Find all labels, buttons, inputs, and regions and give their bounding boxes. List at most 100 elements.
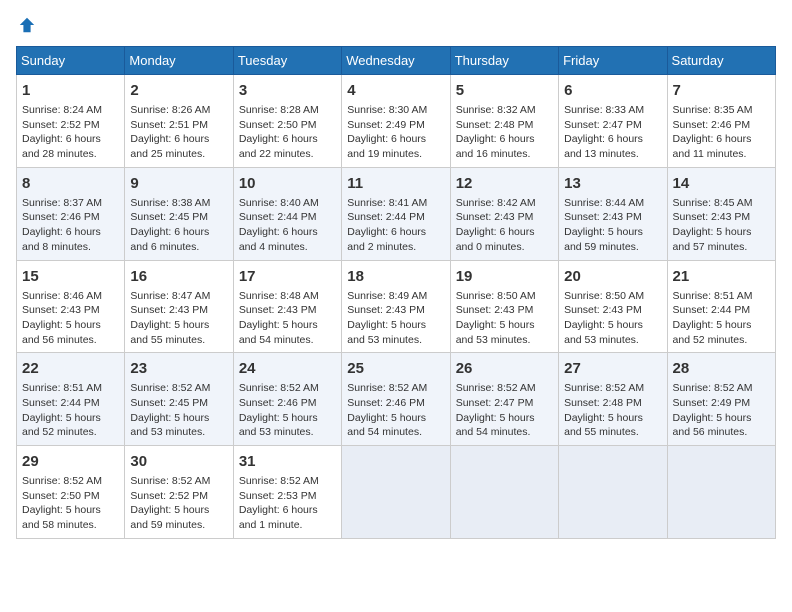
day-number: 6 bbox=[564, 80, 661, 101]
sunset-text: Sunset: 2:48 PM bbox=[456, 119, 534, 131]
day-number: 17 bbox=[239, 266, 336, 287]
daylight-text: Daylight: 6 hours and 19 minutes. bbox=[347, 133, 426, 160]
calendar-week-2: 8 Sunrise: 8:37 AM Sunset: 2:46 PM Daylight… bbox=[17, 167, 776, 260]
sunrise-text: Sunrise: 8:41 AM bbox=[347, 197, 427, 209]
calendar-cell: 27Sunrise: 8:52 AMSunset: 2:48 PMDayligh… bbox=[559, 353, 667, 446]
sunset-text: Sunset: 2:43 PM bbox=[130, 304, 208, 316]
sunset-text: Sunset: 2:44 PM bbox=[347, 211, 425, 223]
daylight-text: Daylight: 6 hours and 0 minutes. bbox=[456, 226, 535, 253]
sunset-text: Sunset: 2:46 PM bbox=[22, 211, 100, 223]
daylight-text: Daylight: 6 hours and 25 minutes. bbox=[130, 133, 209, 160]
day-number: 22 bbox=[22, 358, 119, 379]
sunrise-text: Sunrise: 8:52 AM bbox=[130, 382, 210, 394]
daylight-text: Daylight: 5 hours and 58 minutes. bbox=[22, 504, 101, 531]
sunrise-text: Sunrise: 8:52 AM bbox=[130, 475, 210, 487]
sunset-text: Sunset: 2:43 PM bbox=[456, 304, 534, 316]
sunset-text: Sunset: 2:45 PM bbox=[130, 397, 208, 409]
sunset-text: Sunset: 2:46 PM bbox=[673, 119, 751, 131]
sunrise-text: Sunrise: 8:37 AM bbox=[22, 197, 102, 209]
sunrise-text: Sunrise: 8:52 AM bbox=[22, 475, 102, 487]
sunrise-text: Sunrise: 8:38 AM bbox=[130, 197, 210, 209]
sunset-text: Sunset: 2:43 PM bbox=[673, 211, 751, 223]
sunrise-text: Sunrise: 8:50 AM bbox=[564, 290, 644, 302]
day-number: 19 bbox=[456, 266, 553, 287]
day-number: 16 bbox=[130, 266, 227, 287]
sunset-text: Sunset: 2:50 PM bbox=[22, 490, 100, 502]
calendar-cell: 10Sunrise: 8:40 AMSunset: 2:44 PMDayligh… bbox=[233, 167, 341, 260]
day-number: 7 bbox=[673, 80, 770, 101]
daylight-text: Daylight: 5 hours and 56 minutes. bbox=[673, 412, 752, 439]
daylight-text: Daylight: 6 hours and 4 minutes. bbox=[239, 226, 318, 253]
sunrise-text: Sunrise: 8:26 AM bbox=[130, 104, 210, 116]
daylight-text: Daylight: 5 hours and 53 minutes. bbox=[239, 412, 318, 439]
day-number: 8 bbox=[22, 173, 119, 194]
calendar-cell: 6Sunrise: 8:33 AMSunset: 2:47 PMDaylight… bbox=[559, 75, 667, 168]
sunrise-text: Sunrise: 8:44 AM bbox=[564, 197, 644, 209]
calendar-cell: 14Sunrise: 8:45 AMSunset: 2:43 PMDayligh… bbox=[667, 167, 775, 260]
calendar-cell: 23Sunrise: 8:52 AMSunset: 2:45 PMDayligh… bbox=[125, 353, 233, 446]
sunset-text: Sunset: 2:52 PM bbox=[22, 119, 100, 131]
sunset-text: Sunset: 2:47 PM bbox=[564, 119, 642, 131]
day-number: 30 bbox=[130, 451, 227, 472]
calendar-week-5: 29 Sunrise: 8:52 AM Sunset: 2:50 PM Dayligh… bbox=[17, 446, 776, 539]
calendar-cell: 20Sunrise: 8:50 AMSunset: 2:43 PMDayligh… bbox=[559, 260, 667, 353]
calendar-cell: 25Sunrise: 8:52 AMSunset: 2:46 PMDayligh… bbox=[342, 353, 450, 446]
day-number: 25 bbox=[347, 358, 444, 379]
daylight-text: Daylight: 5 hours and 52 minutes. bbox=[22, 412, 101, 439]
calendar-cell bbox=[450, 446, 558, 539]
weekday-header-thursday: Thursday bbox=[450, 47, 558, 75]
sunrise-text: Sunrise: 8:24 AM bbox=[22, 104, 102, 116]
sunset-text: Sunset: 2:48 PM bbox=[564, 397, 642, 409]
sunset-text: Sunset: 2:44 PM bbox=[22, 397, 100, 409]
calendar-cell: 7Sunrise: 8:35 AMSunset: 2:46 PMDaylight… bbox=[667, 75, 775, 168]
day-number: 24 bbox=[239, 358, 336, 379]
calendar-cell: 3Sunrise: 8:28 AMSunset: 2:50 PMDaylight… bbox=[233, 75, 341, 168]
day-number: 13 bbox=[564, 173, 661, 194]
sunrise-text: Sunrise: 8:40 AM bbox=[239, 197, 319, 209]
sunset-text: Sunset: 2:43 PM bbox=[564, 304, 642, 316]
calendar-cell: 8Sunrise: 8:37 AMSunset: 2:46 PMDaylight… bbox=[17, 167, 125, 260]
calendar-cell: 13Sunrise: 8:44 AMSunset: 2:43 PMDayligh… bbox=[559, 167, 667, 260]
sunrise-text: Sunrise: 8:49 AM bbox=[347, 290, 427, 302]
calendar-cell bbox=[342, 446, 450, 539]
logo-icon bbox=[18, 16, 36, 34]
sunrise-text: Sunrise: 8:51 AM bbox=[673, 290, 753, 302]
sunrise-text: Sunrise: 8:32 AM bbox=[456, 104, 536, 116]
sunset-text: Sunset: 2:49 PM bbox=[347, 119, 425, 131]
day-number: 4 bbox=[347, 80, 444, 101]
day-number: 5 bbox=[456, 80, 553, 101]
day-number: 29 bbox=[22, 451, 119, 472]
calendar-cell: 26Sunrise: 8:52 AMSunset: 2:47 PMDayligh… bbox=[450, 353, 558, 446]
sunset-text: Sunset: 2:44 PM bbox=[239, 211, 317, 223]
sunrise-text: Sunrise: 8:51 AM bbox=[22, 382, 102, 394]
daylight-text: Daylight: 5 hours and 54 minutes. bbox=[456, 412, 535, 439]
calendar-cell: 21Sunrise: 8:51 AMSunset: 2:44 PMDayligh… bbox=[667, 260, 775, 353]
sunset-text: Sunset: 2:44 PM bbox=[673, 304, 751, 316]
calendar-week-4: 22 Sunrise: 8:51 AM Sunset: 2:44 PM Dayligh… bbox=[17, 353, 776, 446]
daylight-text: Daylight: 5 hours and 53 minutes. bbox=[130, 412, 209, 439]
daylight-text: Daylight: 6 hours and 28 minutes. bbox=[22, 133, 101, 160]
day-number: 31 bbox=[239, 451, 336, 472]
daylight-text: Daylight: 6 hours and 22 minutes. bbox=[239, 133, 318, 160]
daylight-text: Daylight: 5 hours and 53 minutes. bbox=[456, 319, 535, 346]
page-header bbox=[16, 16, 776, 34]
sunset-text: Sunset: 2:46 PM bbox=[239, 397, 317, 409]
calendar-cell: 31Sunrise: 8:52 AMSunset: 2:53 PMDayligh… bbox=[233, 446, 341, 539]
calendar-table: SundayMondayTuesdayWednesdayThursdayFrid… bbox=[16, 46, 776, 539]
weekday-header-monday: Monday bbox=[125, 47, 233, 75]
weekday-header-friday: Friday bbox=[559, 47, 667, 75]
calendar-cell bbox=[667, 446, 775, 539]
sunrise-text: Sunrise: 8:35 AM bbox=[673, 104, 753, 116]
calendar-cell: 11Sunrise: 8:41 AMSunset: 2:44 PMDayligh… bbox=[342, 167, 450, 260]
daylight-text: Daylight: 5 hours and 54 minutes. bbox=[347, 412, 426, 439]
calendar-cell: 24Sunrise: 8:52 AMSunset: 2:46 PMDayligh… bbox=[233, 353, 341, 446]
calendar-week-1: 1 Sunrise: 8:24 AM Sunset: 2:52 PM Daylight… bbox=[17, 75, 776, 168]
day-number: 1 bbox=[22, 80, 119, 101]
daylight-text: Daylight: 5 hours and 55 minutes. bbox=[564, 412, 643, 439]
sunrise-text: Sunrise: 8:48 AM bbox=[239, 290, 319, 302]
sunset-text: Sunset: 2:53 PM bbox=[239, 490, 317, 502]
daylight-text: Daylight: 5 hours and 56 minutes. bbox=[22, 319, 101, 346]
calendar-cell: 5Sunrise: 8:32 AMSunset: 2:48 PMDaylight… bbox=[450, 75, 558, 168]
calendar-cell: 18Sunrise: 8:49 AMSunset: 2:43 PMDayligh… bbox=[342, 260, 450, 353]
sunrise-text: Sunrise: 8:28 AM bbox=[239, 104, 319, 116]
